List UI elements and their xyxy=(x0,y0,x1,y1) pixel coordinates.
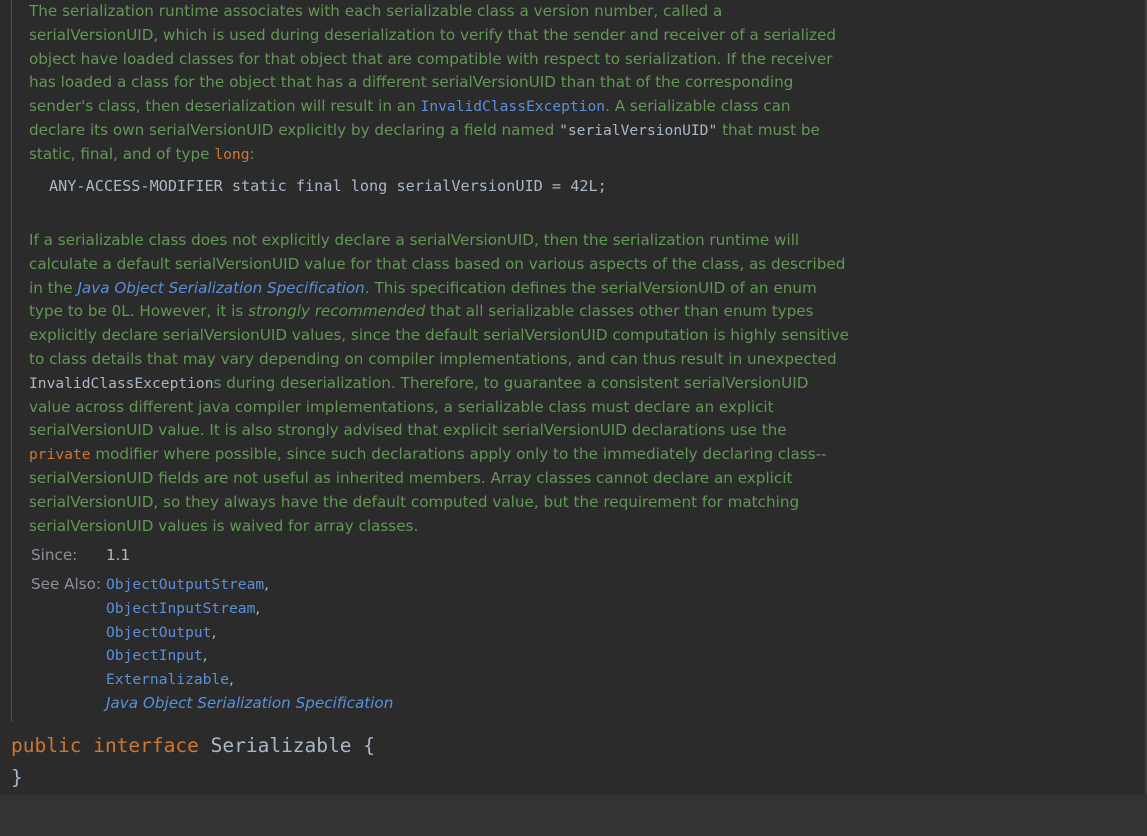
separator: , xyxy=(211,622,217,641)
javadoc-paragraph-1: The serialization runtime associates wit… xyxy=(29,0,849,167)
see-also-item: ObjectInput, xyxy=(106,644,393,668)
doc-text: : xyxy=(249,144,255,163)
link-serialization-spec[interactable]: Java Object Serialization Specification xyxy=(77,279,364,297)
close-brace: } xyxy=(11,766,23,789)
rendered-javadoc: The serialization runtime associates wit… xyxy=(0,0,1147,722)
since-row: Since: 1.1 xyxy=(31,544,731,568)
editor-bottom-area xyxy=(0,795,1147,836)
code-line-close[interactable]: } xyxy=(11,762,375,794)
see-also-list: ObjectOutputStream, ObjectInputStream, O… xyxy=(106,573,393,716)
inline-code-invalid-class-exception: InvalidClassException xyxy=(29,374,214,392)
javadoc-code-example: ANY-ACCESS-MODIFIER static final long se… xyxy=(49,177,607,195)
inline-code-private: private xyxy=(29,446,91,464)
since-value: 1.1 xyxy=(106,546,131,564)
code-line-declaration[interactable]: public interface Serializable { xyxy=(11,730,375,762)
code-editor[interactable]: The serialization runtime associates wit… xyxy=(0,0,1147,836)
link-invalid-class-exception[interactable]: InvalidClassException xyxy=(421,98,606,115)
see-also-item: ObjectOutputStream, xyxy=(106,573,393,597)
link-externalizable[interactable]: Externalizable xyxy=(106,671,229,688)
emphasis-strongly-recommended: strongly recommended xyxy=(248,302,426,321)
see-also-label: See Also: xyxy=(31,575,102,593)
open-brace: { xyxy=(363,734,376,757)
see-also-item: Java Object Serialization Specification xyxy=(106,692,393,716)
interface-name: Serializable xyxy=(210,734,352,757)
keyword-public: public xyxy=(11,734,82,757)
source-code[interactable]: public interface Serializable {} xyxy=(11,730,375,794)
separator: , xyxy=(229,670,234,689)
since-label: Since: xyxy=(31,546,78,564)
doc-gutter-line xyxy=(11,0,12,722)
see-also-item: Externalizable, xyxy=(106,668,393,692)
javadoc-tags: Since: 1.1 See Also: ObjectOutputStream,… xyxy=(31,544,731,712)
see-also-item: ObjectInputStream, xyxy=(106,597,393,621)
link-object-output[interactable]: ObjectOutput xyxy=(106,624,211,641)
javadoc-paragraph-2: If a serializable class does not explici… xyxy=(29,229,849,538)
doc-text: modifier where possible, since such decl… xyxy=(29,445,827,535)
separator: , xyxy=(264,575,269,593)
link-object-input-stream[interactable]: ObjectInputStream xyxy=(106,600,255,617)
separator: , xyxy=(255,598,261,617)
link-object-output-stream[interactable]: ObjectOutputStream xyxy=(106,576,264,593)
see-also-item: ObjectOutput, xyxy=(106,621,393,645)
link-object-input[interactable]: ObjectInput xyxy=(106,647,203,664)
inline-code-long: long xyxy=(214,145,250,163)
separator: , xyxy=(202,646,208,665)
inline-code-serialversionuid: "serialVersionUID" xyxy=(559,121,718,139)
link-serialization-spec-see-also[interactable]: Java Object Serialization Specification xyxy=(106,694,393,712)
keyword-interface: interface xyxy=(93,734,199,757)
